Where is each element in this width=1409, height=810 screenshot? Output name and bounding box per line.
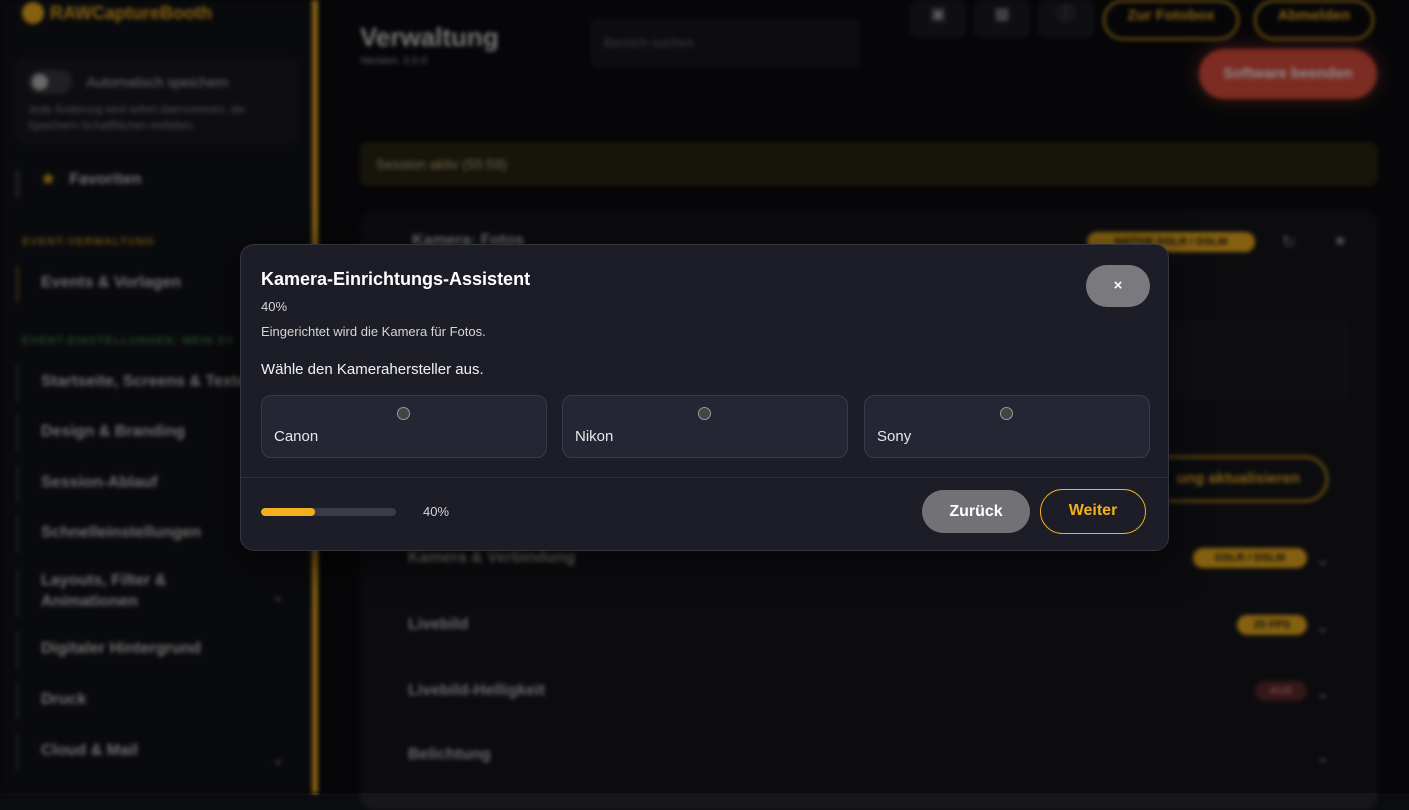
option-canon[interactable]: Canon [261,395,547,458]
dialog-title: Kamera-Einrichtungs-Assistent [261,269,531,289]
radio-button[interactable] [698,407,711,420]
dialog-subtitle: Eingerichtet wird die Kamera für Fotos. [261,324,486,339]
option-nikon[interactable]: Nikon [562,395,848,458]
progress-bar [261,508,396,516]
option-label: Canon [274,428,319,445]
progress-text: 40% [423,504,450,519]
back-button[interactable]: Zurück [922,490,1030,533]
dialog-progress-label: 40% [261,299,288,314]
radio-button[interactable] [397,407,410,420]
dialog-question: Wähle den Kamerahersteller aus. [261,361,484,378]
next-button[interactable]: Weiter [1040,489,1146,534]
option-sony[interactable]: Sony [864,395,1150,458]
dialog-divider [241,477,1168,478]
option-label: Sony [877,428,912,445]
close-button[interactable]: × [1086,265,1150,307]
progress-bar-fill [261,508,315,516]
option-label: Nikon [575,428,614,445]
camera-setup-wizard-dialog: Kamera-Einrichtungs-Assistent 40% Einger… [240,244,1169,551]
radio-button[interactable] [1000,407,1013,420]
